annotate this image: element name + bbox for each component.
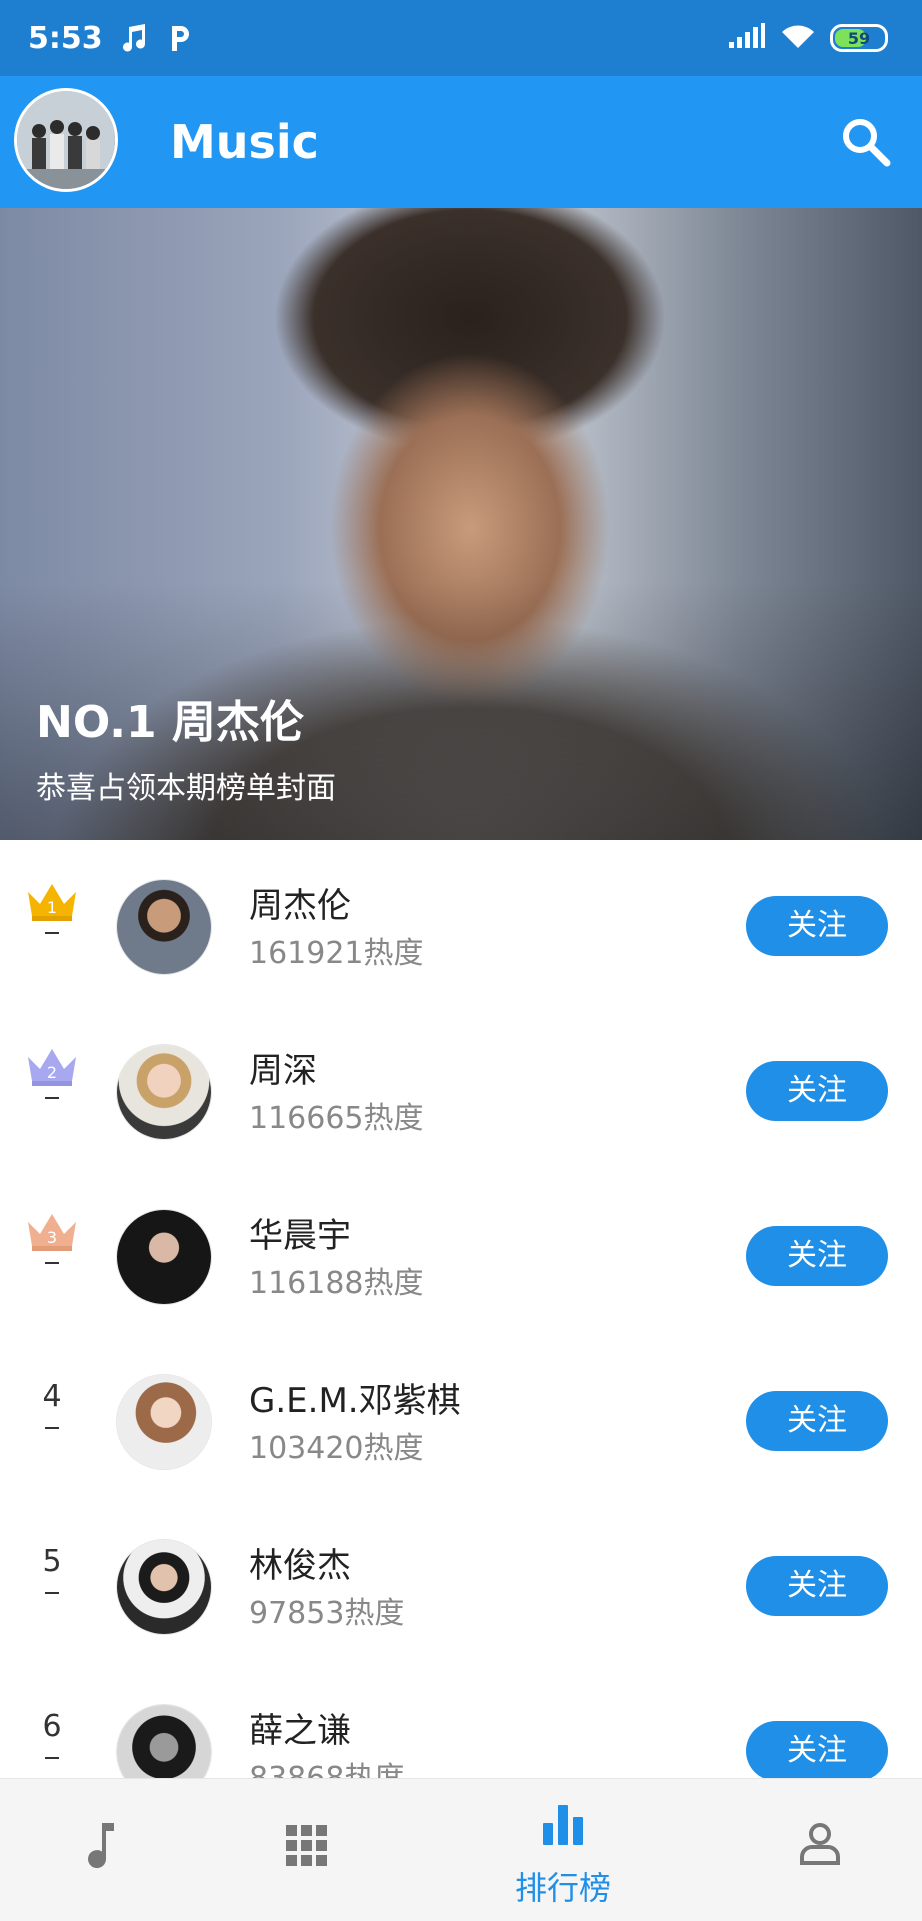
bottom-nav: 排行榜	[0, 1778, 922, 1921]
artist-heat: 97853热度	[249, 1596, 405, 1631]
signal-icon	[728, 22, 766, 54]
artist-heat: 103420热度	[249, 1431, 424, 1466]
artist-heat: 116188热度	[249, 1266, 424, 1301]
artist-avatar[interactable]	[117, 1210, 211, 1304]
artist-avatar[interactable]	[117, 1705, 211, 1778]
artist-name[interactable]: 周深	[249, 1043, 317, 1092]
rank-indicator: 2	[22, 1045, 82, 1099]
ranking-row-2[interactable]: 2 周深 116665热度 关注	[0, 1005, 922, 1170]
user-avatar[interactable]	[14, 88, 118, 192]
follow-button[interactable]: 关注	[746, 896, 888, 956]
artist-avatar[interactable]	[117, 1540, 211, 1634]
artist-name[interactable]: G.E.M.邓紫棋	[249, 1373, 461, 1422]
artist-avatar[interactable]	[117, 1375, 211, 1469]
nav-grid[interactable]	[232, 1779, 382, 1921]
artist-name[interactable]: 林俊杰	[249, 1538, 351, 1587]
follow-button[interactable]: 关注	[746, 1556, 888, 1616]
grid-icon	[286, 1825, 327, 1866]
nav-ranking[interactable]: 排行榜	[488, 1779, 638, 1921]
rank-change-dash	[45, 1757, 59, 1759]
ranking-row-6[interactable]: 6 薛之谦 83868热度 关注	[0, 1665, 922, 1778]
bar-chart-icon	[543, 1805, 583, 1845]
ranking-row-3[interactable]: 3 华晨宇 116188热度 关注	[0, 1170, 922, 1335]
rank-indicator: 4	[22, 1375, 82, 1429]
follow-button[interactable]: 关注	[746, 1226, 888, 1286]
nav-profile[interactable]	[745, 1779, 895, 1921]
parking-app-icon	[167, 23, 193, 53]
svg-text:2: 2	[47, 1063, 57, 1082]
artist-name[interactable]: 周杰伦	[249, 878, 351, 927]
rank-change-dash	[45, 1592, 59, 1594]
person-icon	[800, 1823, 840, 1865]
status-bar: 5:53 59	[0, 0, 922, 76]
rank-number: 5	[42, 1544, 62, 1579]
rank-indicator: 1	[22, 880, 82, 934]
artist-avatar[interactable]	[117, 880, 211, 974]
rank-change-dash	[45, 932, 59, 934]
banner-subtitle: 恭喜占领本期榜单封面	[36, 771, 336, 806]
cover-banner[interactable]: NO.1 周杰伦 恭喜占领本期榜单封面	[0, 208, 922, 840]
svg-text:3: 3	[47, 1228, 57, 1247]
follow-button[interactable]: 关注	[746, 1721, 888, 1778]
search-icon[interactable]	[838, 114, 894, 170]
artist-name[interactable]: 薛之谦	[249, 1703, 351, 1752]
rank-number: 4	[42, 1379, 62, 1414]
battery-level: 59	[847, 28, 871, 48]
app-bar: Music	[0, 76, 922, 208]
rank-indicator: 3	[22, 1210, 82, 1264]
rank-change-dash	[45, 1262, 59, 1264]
banner-headline: NO.1 周杰伦	[36, 697, 304, 748]
nav-music[interactable]	[27, 1779, 177, 1921]
app-title: Music	[170, 115, 319, 169]
battery-icon: 59	[830, 24, 888, 52]
follow-button[interactable]: 关注	[746, 1391, 888, 1451]
nav-ranking-label: 排行榜	[514, 1869, 611, 1907]
follow-button[interactable]: 关注	[746, 1061, 888, 1121]
silver-crown-icon: 2	[28, 1049, 76, 1086]
rank-indicator: 6	[22, 1705, 82, 1759]
artist-heat: 116665热度	[249, 1101, 424, 1136]
rank-change-dash	[45, 1097, 59, 1099]
artist-name[interactable]: 华晨宇	[249, 1208, 351, 1257]
status-time: 5:53	[28, 20, 103, 56]
wifi-icon	[780, 22, 816, 54]
artist-heat: 83868热度	[249, 1753, 404, 1778]
ranking-row-1[interactable]: 1 周杰伦 161921热度 关注	[0, 840, 922, 1005]
ranking-row-5[interactable]: 5 林俊杰 97853热度 关注	[0, 1500, 922, 1665]
music-note-icon	[121, 23, 149, 53]
gold-crown-icon: 1	[28, 884, 76, 921]
svg-text:1: 1	[47, 898, 57, 917]
artist-heat: 161921热度	[249, 936, 424, 971]
bronze-crown-icon: 3	[28, 1214, 76, 1251]
rank-change-dash	[45, 1427, 59, 1429]
artist-avatar[interactable]	[117, 1045, 211, 1139]
music-note-icon	[88, 1823, 114, 1869]
rank-indicator: 5	[22, 1540, 82, 1594]
ranking-row-4[interactable]: 4 G.E.M.邓紫棋 103420热度 关注	[0, 1335, 922, 1500]
ranking-list[interactable]: 1 周杰伦 161921热度 关注 2 周深 116665热度 关注 3 华晨宇…	[0, 840, 922, 1778]
rank-number: 6	[42, 1709, 62, 1744]
